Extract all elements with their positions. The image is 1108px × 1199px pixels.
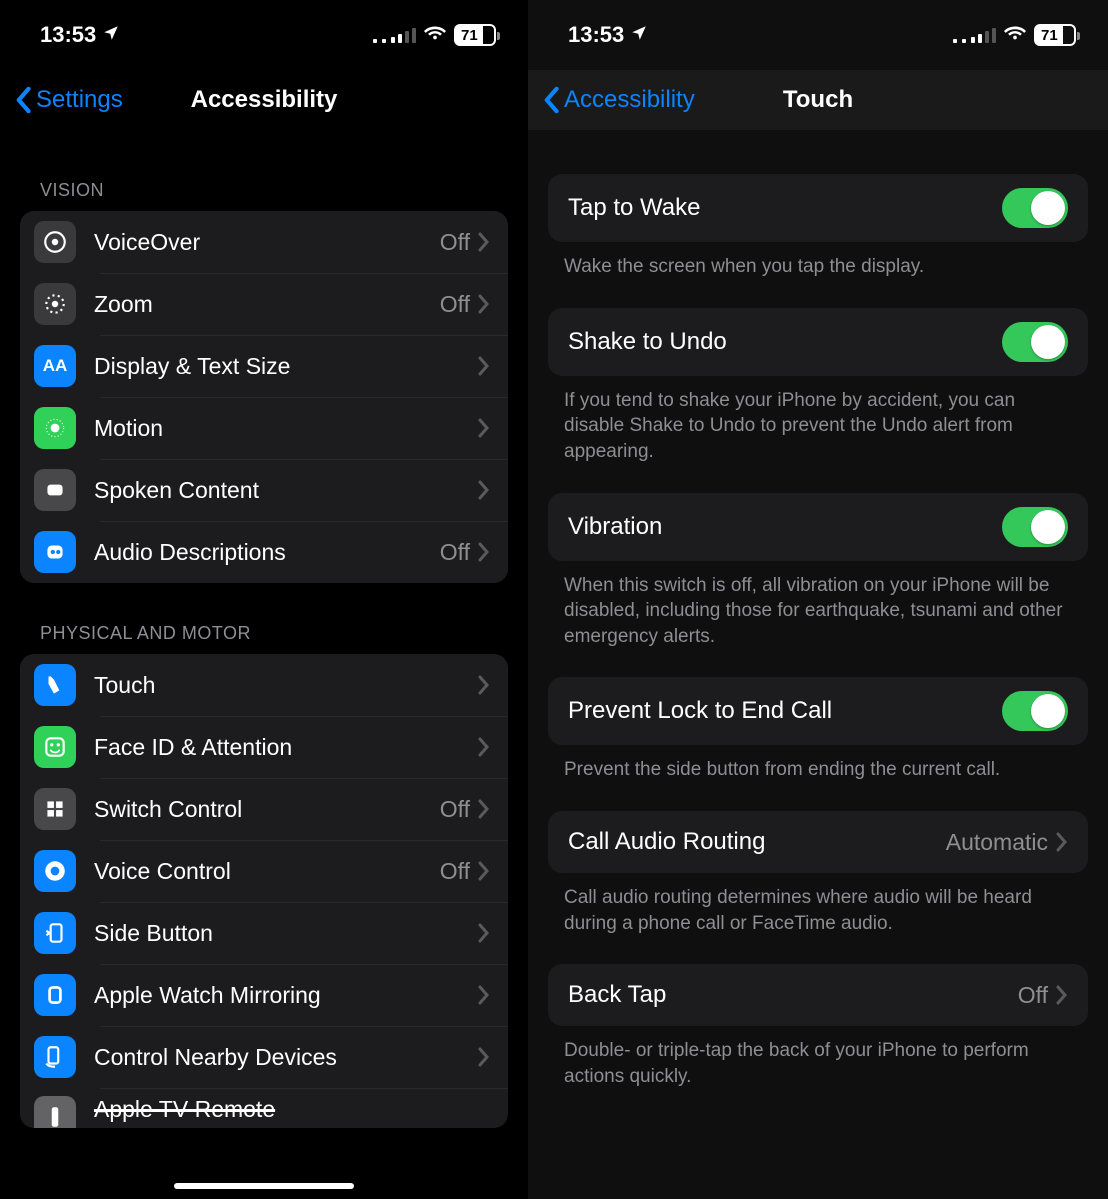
footer-shake-to-undo: If you tend to shake your iPhone by acci… — [528, 376, 1108, 465]
chevron-right-icon — [478, 232, 490, 252]
row-tap-to-wake[interactable]: Tap to Wake — [548, 174, 1088, 242]
battery-icon: 71 — [454, 24, 496, 46]
nearby-devices-icon — [34, 1036, 76, 1078]
toggle-vibration[interactable] — [1002, 507, 1068, 547]
wifi-icon — [1004, 21, 1026, 49]
footer-vibration: When this switch is off, all vibration o… — [528, 561, 1108, 650]
row-faceid[interactable]: Face ID & Attention — [20, 716, 508, 778]
status-time: 13:53 — [40, 22, 96, 48]
motion-icon — [34, 407, 76, 449]
toggle-tap-to-wake[interactable] — [1002, 188, 1068, 228]
row-display-text-size[interactable]: AA Display & Text Size — [20, 335, 508, 397]
chevron-right-icon — [1056, 832, 1068, 852]
battery-icon: 71 — [1034, 24, 1076, 46]
chevron-right-icon — [1056, 985, 1068, 1005]
chevron-right-icon — [478, 675, 490, 695]
row-touch[interactable]: Touch — [20, 654, 508, 716]
chevron-right-icon — [478, 418, 490, 438]
back-label: Settings — [36, 86, 123, 114]
row-side-button[interactable]: Side Button — [20, 902, 508, 964]
nav-header: Settings Accessibility — [0, 70, 528, 130]
text-size-icon: AA — [34, 345, 76, 387]
phone-touch: 13:53 71 Accessibility Touch — [528, 0, 1108, 1199]
faceid-icon — [34, 726, 76, 768]
row-shake-to-undo[interactable]: Shake to Undo — [548, 308, 1088, 376]
location-icon — [630, 22, 648, 48]
phone-accessibility: 13:53 71 Settings Accessibility VISION V — [0, 0, 528, 1199]
home-indicator[interactable] — [174, 1183, 354, 1189]
status-bar: 13:53 71 — [528, 0, 1108, 70]
group-physical: Touch Face ID & Attention Switch Control… — [20, 654, 508, 1128]
chevron-right-icon — [478, 480, 490, 500]
toggle-shake-to-undo[interactable] — [1002, 322, 1068, 362]
nav-header: Accessibility Touch — [528, 70, 1108, 130]
group-prevent-lock: Prevent Lock to End Call — [548, 677, 1088, 745]
chevron-right-icon — [478, 356, 490, 376]
voiceover-icon — [34, 221, 76, 263]
spoken-content-icon — [34, 469, 76, 511]
section-header-physical: PHYSICAL AND MOTOR — [0, 583, 528, 654]
back-button[interactable]: Settings — [12, 86, 123, 114]
row-vibration[interactable]: Vibration — [548, 493, 1088, 561]
footer-call-audio-routing: Call audio routing determines where audi… — [528, 873, 1108, 936]
status-time: 13:53 — [568, 22, 624, 48]
wifi-icon — [424, 21, 446, 49]
cellular-icon — [953, 27, 996, 43]
touch-icon — [34, 664, 76, 706]
chevron-right-icon — [478, 737, 490, 757]
appletv-remote-icon — [34, 1096, 76, 1128]
switch-control-icon — [34, 788, 76, 830]
row-voice-control[interactable]: Voice Control Off — [20, 840, 508, 902]
group-call-audio-routing: Call Audio Routing Automatic — [548, 811, 1088, 873]
zoom-icon — [34, 283, 76, 325]
row-watch-mirroring[interactable]: Apple Watch Mirroring — [20, 964, 508, 1026]
group-vibration: Vibration — [548, 493, 1088, 561]
status-bar: 13:53 71 — [0, 0, 528, 70]
audio-descriptions-icon — [34, 531, 76, 573]
row-switch-control[interactable]: Switch Control Off — [20, 778, 508, 840]
row-back-tap[interactable]: Back Tap Off — [548, 964, 1088, 1026]
footer-back-tap: Double- or triple-tap the back of your i… — [528, 1026, 1108, 1089]
chevron-right-icon — [478, 799, 490, 819]
row-spoken-content[interactable]: Spoken Content — [20, 459, 508, 521]
footer-tap-to-wake: Wake the screen when you tap the display… — [528, 242, 1108, 280]
group-tap-to-wake: Tap to Wake — [548, 174, 1088, 242]
row-prevent-lock[interactable]: Prevent Lock to End Call — [548, 677, 1088, 745]
toggle-prevent-lock[interactable] — [1002, 691, 1068, 731]
watch-mirroring-icon — [34, 974, 76, 1016]
back-button[interactable]: Accessibility — [540, 86, 695, 114]
chevron-right-icon — [478, 861, 490, 881]
back-label: Accessibility — [564, 86, 695, 114]
section-header-vision: VISION — [0, 130, 528, 211]
chevron-right-icon — [478, 542, 490, 562]
row-audio-descriptions[interactable]: Audio Descriptions Off — [20, 521, 508, 583]
location-icon — [102, 22, 120, 48]
cellular-icon — [373, 27, 416, 43]
group-back-tap: Back Tap Off — [548, 964, 1088, 1026]
row-zoom[interactable]: Zoom Off — [20, 273, 508, 335]
row-call-audio-routing[interactable]: Call Audio Routing Automatic — [548, 811, 1088, 873]
row-nearby-devices[interactable]: Control Nearby Devices — [20, 1026, 508, 1088]
group-vision: VoiceOver Off Zoom Off AA Display & Text… — [20, 211, 508, 583]
chevron-right-icon — [478, 985, 490, 1005]
row-voiceover[interactable]: VoiceOver Off — [20, 211, 508, 273]
chevron-right-icon — [478, 294, 490, 314]
side-button-icon — [34, 912, 76, 954]
voice-control-icon — [34, 850, 76, 892]
row-motion[interactable]: Motion — [20, 397, 508, 459]
group-shake-to-undo: Shake to Undo — [548, 308, 1088, 376]
chevron-right-icon — [478, 1047, 490, 1067]
footer-prevent-lock: Prevent the side button from ending the … — [528, 745, 1108, 783]
row-appletv-remote[interactable]: Apple TV Remote — [20, 1088, 508, 1128]
chevron-right-icon — [478, 923, 490, 943]
